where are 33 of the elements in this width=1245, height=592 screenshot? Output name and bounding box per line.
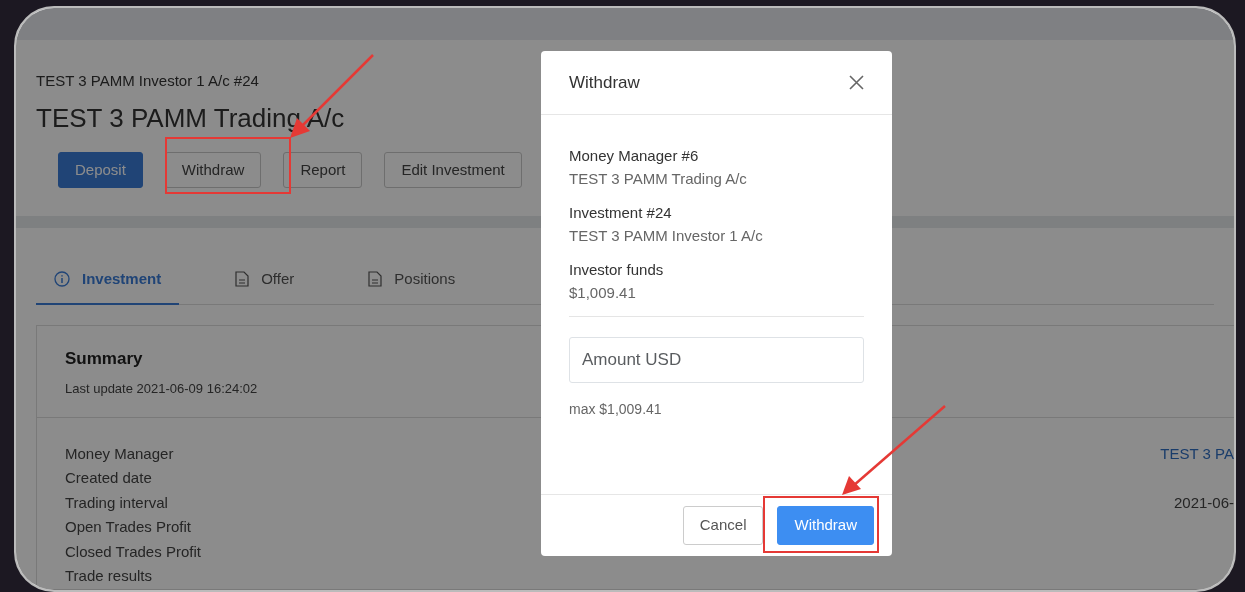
- tab[interactable]: Offer: [217, 268, 313, 305]
- action-button[interactable]: Report: [283, 151, 363, 188]
- row-label: Created date: [65, 468, 152, 488]
- field-label: Investor funds: [569, 260, 665, 280]
- field-label: Investment #24: [569, 203, 673, 223]
- last-update-text: Last update 2021-06-09 16:24:02: [65, 380, 258, 398]
- row-label: Closed Trades Profit: [65, 541, 201, 562]
- document-icon: [368, 271, 383, 288]
- manager-link[interactable]: TEST 3 PA: [1160, 441, 1234, 466]
- field-label: Money Manager #6: [569, 146, 700, 166]
- tab[interactable]: Investment: [36, 268, 180, 305]
- row-value: 2021-06-: [1173, 492, 1234, 513]
- row-label: Trade results: [65, 566, 152, 586]
- row-label: Open Trades Profit: [65, 517, 191, 537]
- action-button[interactable]: Edit Investment: [384, 151, 522, 188]
- tab[interactable]: Positions: [350, 268, 474, 305]
- row-label: Trading interval: [65, 492, 168, 513]
- row-label: Money Manager: [65, 443, 174, 464]
- field-value: TEST 3 PAMM Trading A/c: [569, 168, 748, 189]
- info-icon: [54, 271, 70, 288]
- field-value: $1,009.41: [569, 282, 637, 303]
- account-subtitle: TEST 3 PAMM Investor 1 A/c #24: [36, 71, 259, 91]
- document-icon: [235, 271, 250, 288]
- cancel-button[interactable]: Cancel: [682, 506, 764, 545]
- amount-input[interactable]: Amount USD: [569, 337, 864, 383]
- max-hint: max $1,009.41: [569, 400, 663, 419]
- close-icon[interactable]: [849, 75, 864, 90]
- card-title: Summary: [65, 347, 143, 370]
- action-button[interactable]: Withdraw: [164, 151, 262, 188]
- dialog-title: Withdraw: [569, 71, 640, 94]
- withdraw-button[interactable]: Withdraw: [777, 506, 874, 545]
- field-value: TEST 3 PAMM Investor 1 A/c: [569, 225, 764, 246]
- action-button[interactable]: Deposit: [58, 151, 143, 188]
